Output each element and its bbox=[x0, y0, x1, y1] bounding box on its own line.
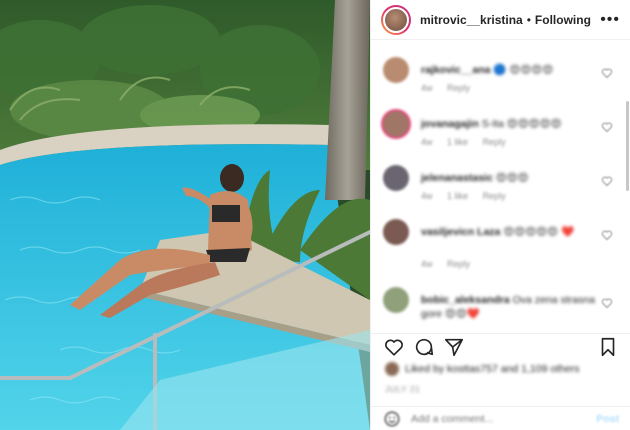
comment-meta: 4w 1 like Reply bbox=[421, 137, 518, 147]
comment-body: S-Ita 😍😍😍😍😍 bbox=[481, 118, 562, 130]
comment-username[interactable]: jovanagajin bbox=[421, 118, 479, 130]
comment-username[interactable]: vasiljevicn Laza bbox=[421, 226, 500, 238]
comment-item: vasiljevicn Laza 😍😍😍😍😍 ❤️ 4w Reply bbox=[371, 219, 630, 279]
like-comment-heart-icon[interactable] bbox=[601, 175, 613, 187]
author-avatar[interactable] bbox=[381, 4, 411, 35]
emoji-smiley-icon[interactable] bbox=[383, 410, 401, 428]
comment-likes-count[interactable]: 1 like bbox=[447, 191, 468, 201]
like-comment-heart-icon[interactable] bbox=[601, 67, 613, 79]
comment-item: jelenanastasic 😍😍😍 4w 1 like Reply bbox=[371, 165, 630, 225]
author-avatar-image bbox=[383, 6, 409, 33]
likes-text: Liked by kosttas757 and 1,109 others bbox=[405, 363, 580, 375]
liker-avatar bbox=[385, 362, 399, 376]
comment-username[interactable]: rajkovic__ana bbox=[421, 64, 490, 76]
add-comment-bar: Post bbox=[371, 406, 630, 430]
comment-body: 😍😍😍 bbox=[495, 172, 529, 184]
post-timestamp: JULY 21 bbox=[385, 384, 421, 394]
post-photo[interactable] bbox=[0, 0, 370, 430]
like-comment-heart-icon[interactable] bbox=[601, 297, 613, 309]
comment-item: jovanagajin S-Ita 😍😍😍😍😍 4w 1 like Reply bbox=[371, 111, 630, 171]
share-paper-plane-icon[interactable] bbox=[443, 336, 465, 358]
commenter-avatar[interactable] bbox=[383, 57, 409, 83]
commenter-avatar[interactable] bbox=[383, 111, 409, 137]
comment-reply-button[interactable]: Reply bbox=[483, 191, 506, 201]
comment-username[interactable]: jelenanastasic bbox=[421, 172, 493, 184]
comment-time: 4w bbox=[421, 83, 433, 93]
commenter-avatar[interactable] bbox=[383, 287, 409, 313]
comment-body: 😍😍😍😍😍 ❤️ bbox=[503, 226, 575, 238]
header-separator: • bbox=[526, 12, 531, 27]
likes-summary[interactable]: Liked by kosttas757 and 1,109 others bbox=[385, 362, 580, 376]
comment-meta: 4w Reply bbox=[421, 259, 482, 269]
like-heart-icon[interactable] bbox=[383, 336, 405, 358]
comment-item: rajkovic__ana 🔵 😍😍😍😍 4w Reply bbox=[371, 57, 630, 117]
comment-time: 4w bbox=[421, 191, 433, 201]
comment-input[interactable] bbox=[411, 412, 581, 425]
comment-meta: 4w Reply bbox=[421, 83, 482, 93]
comment-text: rajkovic__ana 🔵 😍😍😍😍 bbox=[421, 63, 601, 77]
save-bookmark-icon[interactable] bbox=[597, 336, 619, 358]
post-comment-button[interactable]: Post bbox=[596, 413, 619, 425]
comment-item: bobic_aleksandra Ova zena strasna gore 😍… bbox=[371, 287, 630, 326]
following-button[interactable]: Following bbox=[535, 13, 591, 27]
comment-body: 🔵 😍😍😍😍 bbox=[493, 64, 554, 76]
comment-bubble-icon[interactable] bbox=[413, 336, 435, 358]
commenter-avatar[interactable] bbox=[383, 165, 409, 191]
comment-text: bobic_aleksandra Ova zena strasna gore 😍… bbox=[421, 293, 601, 321]
comment-reply-button[interactable]: Reply bbox=[447, 83, 470, 93]
like-comment-heart-icon[interactable] bbox=[601, 229, 613, 241]
more-options-icon[interactable]: ••• bbox=[600, 11, 620, 27]
comment-time: 4w bbox=[421, 137, 433, 147]
comment-username[interactable]: bobic_aleksandra bbox=[421, 294, 510, 306]
commenter-avatar[interactable] bbox=[383, 219, 409, 245]
comment-reply-button[interactable]: Reply bbox=[483, 137, 506, 147]
comment-time: 4w bbox=[421, 259, 433, 269]
comment-likes-count[interactable]: 1 like bbox=[447, 137, 468, 147]
comment-text: vasiljevicn Laza 😍😍😍😍😍 ❤️ bbox=[421, 225, 601, 239]
comment-reply-button[interactable]: Reply bbox=[447, 259, 470, 269]
post-actions-bar bbox=[371, 333, 630, 359]
post-side-panel: mitrovic__kristina • Following ••• rajko… bbox=[370, 0, 630, 430]
post-header: mitrovic__kristina • Following ••• bbox=[371, 0, 630, 40]
pool-photo-illustration bbox=[0, 0, 370, 430]
comment-text: jelenanastasic 😍😍😍 bbox=[421, 171, 601, 185]
like-comment-heart-icon[interactable] bbox=[601, 121, 613, 133]
author-username[interactable]: mitrovic__kristina bbox=[420, 13, 523, 27]
comment-meta: 4w 1 like Reply bbox=[421, 191, 518, 201]
comment-text: jovanagajin S-Ita 😍😍😍😍😍 bbox=[421, 117, 601, 131]
comments-list[interactable]: rajkovic__ana 🔵 😍😍😍😍 4w Reply jovanagaji… bbox=[371, 41, 630, 326]
